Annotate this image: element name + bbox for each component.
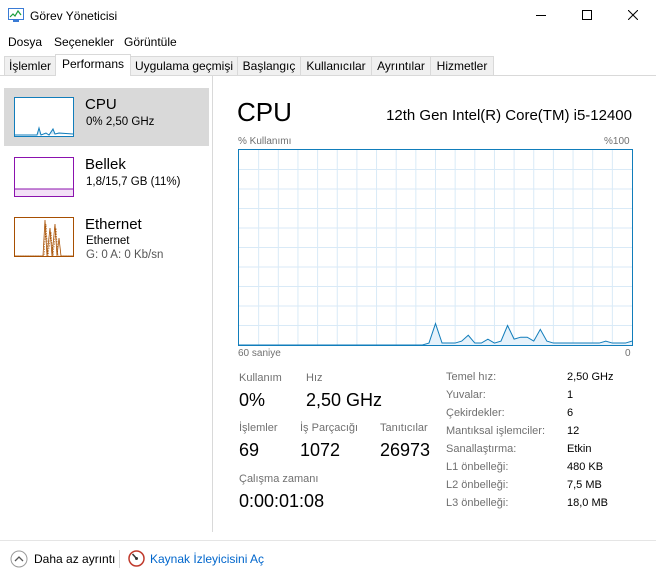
footer-divider (119, 550, 120, 568)
threads-label: İş Parçacığı (300, 422, 359, 434)
detail-value: 1 (567, 389, 574, 401)
menu-options[interactable]: Seçenekler (54, 35, 114, 49)
tab-services[interactable]: Hizmetler (430, 56, 494, 75)
resource-cpu[interactable]: CPU 0% 2,50 GHz (4, 88, 209, 146)
fewer-details-label: Daha az ayrıntı (34, 552, 116, 566)
detail-key: Sanallaştırma: (446, 443, 517, 455)
menu-file[interactable]: Dosya (8, 35, 42, 49)
minimize-button[interactable] (518, 0, 564, 30)
graph-time-span: 60 saniye (238, 348, 281, 359)
detail-value: Etkin (567, 443, 592, 455)
detail-value: 2,50 GHz (567, 371, 614, 383)
ethernet-thumbnail (14, 217, 74, 257)
tab-performance[interactable]: Performans (55, 54, 131, 76)
tab-strip: İşlemler Performans Uygulama geçmişi Baş… (0, 54, 656, 76)
cpu-model: 12th Gen Intel(R) Core(TM) i5-12400 (386, 107, 632, 124)
window-title: Görev Yöneticisi (30, 9, 118, 23)
maximize-button[interactable] (564, 0, 610, 30)
detail-key: L3 önbelleği: (446, 497, 509, 509)
detail-value: 18,0 MB (567, 497, 608, 509)
detail-value: 7,5 MB (567, 479, 602, 491)
menu-bar: Dosya Seçenekler Görüntüle (0, 32, 656, 52)
threads-value: 1072 (300, 440, 341, 460)
tab-processes[interactable]: İşlemler (4, 56, 56, 75)
minimize-icon (536, 15, 546, 16)
ethernet-summary: G: 0 A: 0 Kb/sn (86, 249, 164, 261)
uptime-label: Çalışma zamanı (239, 473, 319, 485)
memory-summary: 1,8/15,7 GB (11%) (86, 176, 181, 188)
resource-ethernet[interactable]: Ethernet Ethernet G: 0 A: 0 Kb/sn (4, 208, 209, 266)
detail-key: Mantıksal işlemciler: (446, 425, 546, 437)
resource-list: CPU 0% 2,50 GHz Bellek 1,8/15,7 GB (11%)… (0, 76, 213, 532)
resource-monitor-icon (128, 550, 145, 567)
resource-monitor-link[interactable]: Kaynak İzleyicisini Aç (128, 550, 264, 567)
footer-bar: Daha az ayrıntı Kaynak İzleyicisini Aç (0, 540, 656, 577)
processes-label: İşlemler (239, 422, 278, 434)
tab-startup[interactable]: Başlangıç (237, 56, 301, 75)
detail-value: 480 KB (567, 461, 604, 473)
handles-value: 26973 (380, 440, 431, 460)
tab-app-history[interactable]: Uygulama geçmişi (130, 56, 238, 75)
ethernet-adapter: Ethernet (86, 235, 130, 247)
graph-y-max: %100 (604, 136, 630, 147)
graph-y-label: % Kullanımı (238, 136, 292, 147)
page-title: CPU (237, 97, 292, 127)
detail-value: 6 (567, 407, 574, 419)
ethernet-label: Ethernet (85, 216, 142, 233)
task-manager-icon (8, 8, 24, 22)
detail-value: 12 (567, 425, 580, 437)
title-bar: Görev Yöneticisi (0, 0, 656, 30)
usage-label: Kullanım (239, 372, 282, 384)
uptime-value: 0:00:01:08 (239, 491, 325, 511)
graph-time-end: 0 (625, 348, 631, 359)
detail-key: L2 önbelleği: (446, 479, 509, 491)
cpu-label: CPU (85, 96, 117, 113)
tab-details[interactable]: Ayrıntılar (371, 56, 431, 75)
memory-label: Bellek (85, 156, 126, 173)
speed-label: Hız (306, 372, 323, 384)
detail-key: Temel hız: (446, 371, 497, 383)
fewer-details-button[interactable]: Daha az ayrıntı (10, 550, 115, 568)
resource-monitor-label[interactable]: Kaynak İzleyicisini Aç (150, 552, 264, 566)
chevron-up-icon (10, 550, 28, 568)
detail-key: Çekirdekler: (446, 407, 505, 419)
close-icon (628, 10, 638, 20)
processes-value: 69 (239, 440, 260, 460)
menu-view[interactable]: Görüntüle (124, 35, 177, 49)
cpu-thumbnail (14, 97, 74, 137)
resource-memory[interactable]: Bellek 1,8/15,7 GB (11%) (4, 148, 209, 206)
maximize-icon (582, 10, 592, 20)
speed-value: 2,50 GHz (306, 390, 383, 410)
usage-value: 0% (239, 390, 266, 410)
memory-thumbnail (14, 157, 74, 197)
tab-users[interactable]: Kullanıcılar (300, 56, 372, 75)
cpu-summary: 0% 2,50 GHz (86, 116, 155, 128)
cpu-usage-graph (238, 149, 633, 346)
detail-key: Yuvalar: (446, 389, 486, 401)
detail-key: L1 önbelleği: (446, 461, 509, 473)
handles-label: Tanıtıcılar (380, 422, 428, 434)
close-button[interactable] (610, 0, 656, 30)
